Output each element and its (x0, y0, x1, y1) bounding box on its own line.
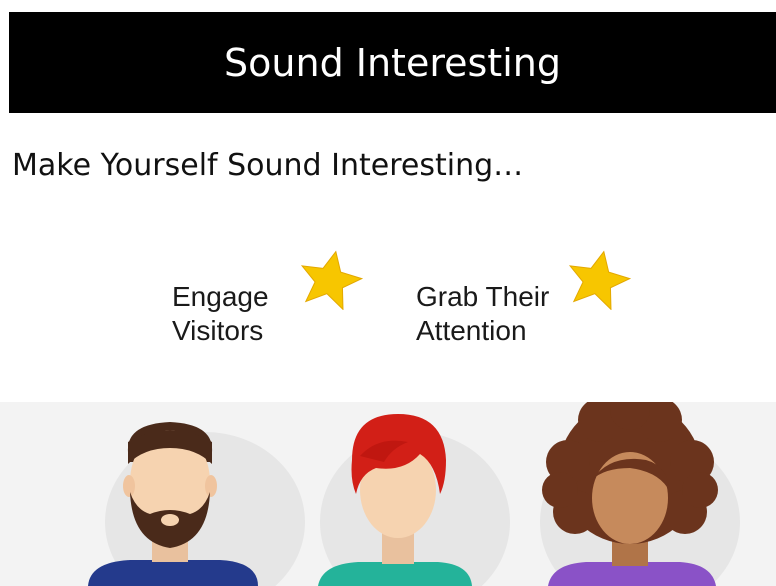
callout-line: Grab Their (416, 281, 550, 312)
page-title: Sound Interesting (224, 40, 561, 85)
callout-line: Visitors (172, 315, 264, 346)
callout-line: Engage (172, 281, 269, 312)
callout-engage-visitors: Engage Visitors (172, 280, 269, 348)
callout-line: Attention (416, 315, 527, 346)
star-icon (568, 250, 632, 310)
people-illustration (0, 402, 776, 586)
title-bar: Sound Interesting (9, 12, 776, 113)
headline: Make Yourself Sound Interesting… (12, 148, 524, 183)
callout-grab-attention: Grab Their Attention (416, 280, 549, 348)
star-icon (300, 250, 364, 310)
